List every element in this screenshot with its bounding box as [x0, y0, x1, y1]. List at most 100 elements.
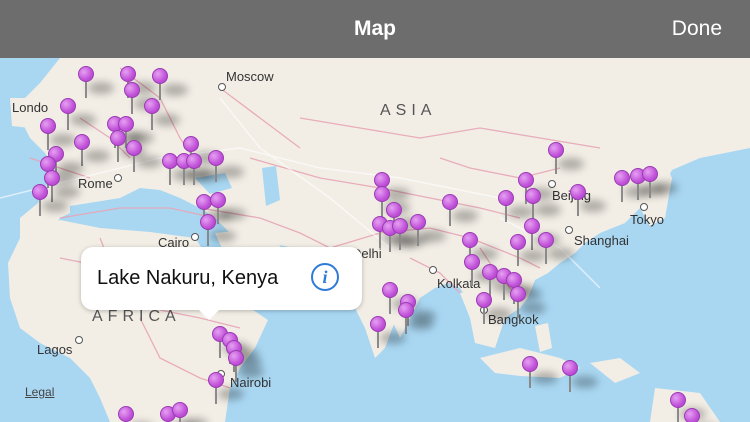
location-pin[interactable] [410, 214, 446, 246]
navigation-bar: Map Done [0, 0, 750, 58]
pin-stem [503, 282, 505, 300]
city-dot-cairo [191, 233, 199, 241]
location-pin[interactable] [642, 166, 678, 198]
pin-shadow [572, 376, 598, 388]
pin-head [614, 170, 630, 186]
location-pin[interactable] [498, 190, 534, 222]
location-pin[interactable] [570, 184, 606, 216]
location-pin[interactable] [124, 82, 160, 114]
pin-head [40, 118, 56, 134]
location-pin[interactable] [126, 140, 162, 172]
pin-head [642, 166, 658, 182]
location-pin[interactable] [186, 153, 222, 185]
pin-stem [117, 144, 119, 162]
info-icon[interactable]: i [311, 263, 339, 291]
pin-shadow [652, 182, 678, 194]
pin-stem [405, 316, 407, 334]
location-pin[interactable] [522, 356, 558, 388]
pin-head [392, 218, 408, 234]
location-pin[interactable] [110, 130, 146, 162]
location-pin[interactable] [562, 360, 598, 392]
location-pin[interactable] [144, 98, 180, 130]
location-pin[interactable] [510, 286, 546, 318]
city-label-shanghai: Shanghai [574, 233, 629, 248]
location-pin[interactable] [208, 372, 244, 404]
pin-head [374, 186, 390, 202]
city-dot-rome [114, 174, 122, 182]
pin-stem [85, 80, 87, 98]
location-pin[interactable] [118, 406, 134, 422]
location-pin[interactable] [464, 254, 500, 286]
pin-head [78, 66, 94, 82]
map-view[interactable]: ASIA AFRICA Moscow Londo Rome Cairo Delh… [0, 58, 750, 422]
location-pin[interactable] [74, 134, 110, 166]
pin-stem [183, 167, 185, 185]
pin-stem [449, 208, 451, 226]
location-pin[interactable] [684, 408, 700, 422]
location-pin[interactable] [172, 402, 208, 422]
pin-head [186, 153, 202, 169]
pin-stem [555, 156, 557, 174]
pin-shadow [42, 200, 68, 212]
nav-title: Map [354, 17, 396, 40]
pin-head [126, 140, 142, 156]
location-pin[interactable] [382, 282, 418, 314]
pin-stem [399, 232, 401, 250]
location-callout[interactable]: Lake Nakuru, Kenya i [81, 247, 362, 320]
pin-shadow [136, 156, 162, 168]
pin-head [208, 372, 224, 388]
location-pin[interactable] [476, 292, 512, 324]
pin-stem [417, 228, 419, 246]
pin-head [172, 402, 188, 418]
pin-stem [531, 232, 533, 250]
pin-head [60, 98, 76, 114]
pin-stem [471, 268, 473, 286]
pin-stem [637, 182, 639, 200]
location-pin[interactable] [548, 142, 584, 174]
location-pin[interactable] [442, 194, 478, 226]
pin-stem [215, 386, 217, 404]
location-pin[interactable] [228, 350, 264, 382]
pin-stem [517, 248, 519, 266]
legal-link[interactable]: Legal [25, 385, 54, 399]
pin-head [522, 356, 538, 372]
pin-stem [193, 167, 195, 185]
pin-head [183, 136, 199, 152]
pin-head [525, 188, 541, 204]
pin-head [476, 292, 492, 308]
pin-stem [169, 167, 171, 185]
pin-shadow [218, 166, 244, 178]
pin-head [518, 172, 534, 188]
location-pin[interactable] [200, 214, 236, 246]
pin-shadow [154, 114, 180, 126]
location-pin[interactable] [525, 188, 561, 220]
location-pin[interactable] [32, 184, 68, 216]
pin-stem [379, 230, 381, 248]
location-pin[interactable] [152, 68, 188, 100]
location-pin[interactable] [78, 66, 114, 98]
pin-stem [235, 364, 237, 382]
location-pin[interactable] [60, 98, 96, 130]
pin-head [74, 134, 90, 150]
pin-head [208, 150, 224, 166]
location-pin[interactable] [510, 234, 546, 266]
pin-head [510, 234, 526, 250]
location-pin[interactable] [208, 150, 244, 182]
location-pin[interactable] [370, 316, 406, 348]
city-dot-lagos [75, 336, 83, 344]
pin-shadow [486, 308, 512, 320]
city-dot-moscow [218, 83, 226, 91]
location-pin[interactable] [614, 170, 650, 202]
pin-head [670, 392, 686, 408]
location-pin[interactable] [538, 232, 574, 264]
location-pin[interactable] [392, 218, 428, 250]
pin-shadow [535, 204, 561, 216]
location-pin[interactable] [398, 302, 434, 334]
pin-head [462, 232, 478, 248]
pin-shadow [210, 230, 236, 242]
pin-head [398, 302, 414, 318]
done-button[interactable]: Done [672, 0, 722, 58]
pin-head [32, 184, 48, 200]
pin-stem [505, 204, 507, 222]
pin-stem [529, 370, 531, 388]
